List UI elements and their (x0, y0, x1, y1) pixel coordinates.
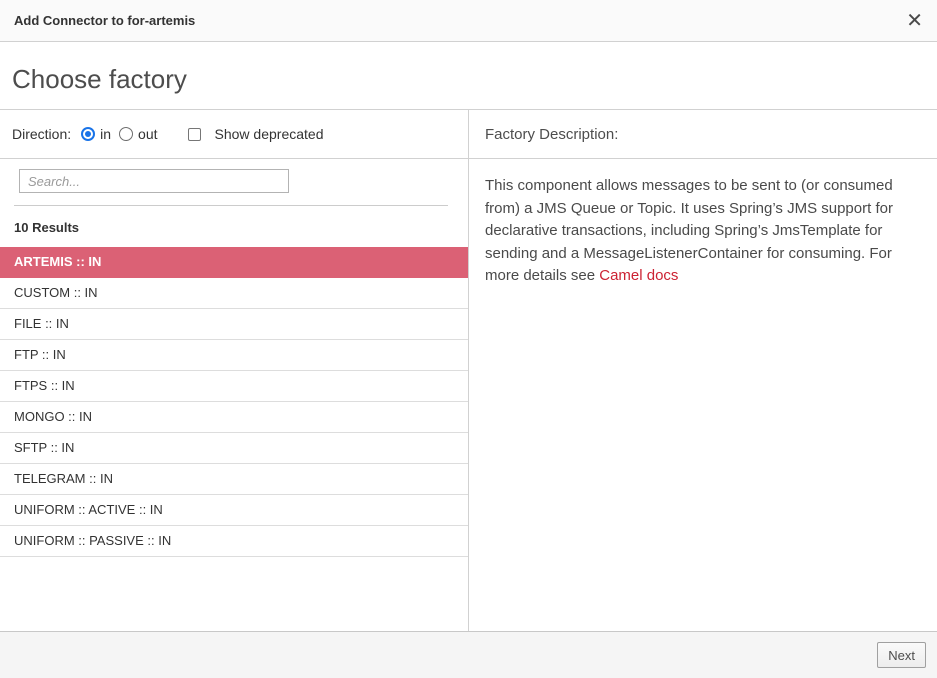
factory-description-text: This component allows messages to be sen… (469, 159, 937, 288)
dialog-body: Direction: in out Show deprecated 10 Res… (0, 110, 937, 631)
list-item[interactable]: TELEGRAM :: IN (0, 464, 468, 495)
list-item[interactable]: MONGO :: IN (0, 402, 468, 433)
show-deprecated-checkbox[interactable] (188, 128, 201, 141)
search-section (14, 159, 448, 206)
radio-out-label: out (138, 126, 157, 142)
heading-bar: Choose factory (0, 42, 937, 110)
add-connector-dialog: Add Connector to for-artemis ✕ Choose fa… (0, 0, 937, 678)
list-item[interactable]: FTP :: IN (0, 340, 468, 371)
list-item[interactable]: FILE :: IN (0, 309, 468, 340)
factory-description-panel: Factory Description: This component allo… (469, 110, 937, 631)
dialog-title: Add Connector to for-artemis (14, 13, 195, 28)
radio-direction-out[interactable]: out (119, 126, 157, 142)
camel-docs-link[interactable]: Camel docs (599, 267, 678, 284)
factory-list-panel: Direction: in out Show deprecated 10 Res… (0, 110, 469, 631)
results-count: 10 Results (0, 206, 468, 247)
page-title: Choose factory (12, 64, 187, 95)
radio-direction-in[interactable]: in (81, 126, 111, 142)
show-deprecated-label: Show deprecated (215, 126, 324, 142)
list-item[interactable]: CUSTOM :: IN (0, 278, 468, 309)
radio-in-label: in (100, 126, 111, 142)
list-item[interactable]: UNIFORM :: PASSIVE :: IN (0, 526, 468, 557)
search-input[interactable] (19, 169, 289, 193)
list-item[interactable]: FTPS :: IN (0, 371, 468, 402)
direction-label: Direction: (12, 126, 71, 142)
close-icon[interactable]: ✕ (906, 11, 923, 31)
direction-filter-row: Direction: in out Show deprecated (0, 110, 468, 159)
next-button[interactable]: Next (877, 642, 926, 668)
dialog-footer: Next (0, 631, 937, 678)
factory-description-heading: Factory Description: (469, 110, 937, 159)
factory-list: ARTEMIS :: INCUSTOM :: INFILE :: INFTP :… (0, 247, 468, 557)
list-item[interactable]: UNIFORM :: ACTIVE :: IN (0, 495, 468, 526)
radio-out-icon[interactable] (119, 127, 133, 141)
show-deprecated-option[interactable]: Show deprecated (188, 126, 324, 142)
dialog-header: Add Connector to for-artemis ✕ (0, 0, 937, 42)
radio-in-icon[interactable] (81, 127, 95, 141)
list-item[interactable]: ARTEMIS :: IN (0, 247, 468, 278)
factory-description-body: This component allows messages to be sen… (485, 177, 893, 284)
list-item[interactable]: SFTP :: IN (0, 433, 468, 464)
